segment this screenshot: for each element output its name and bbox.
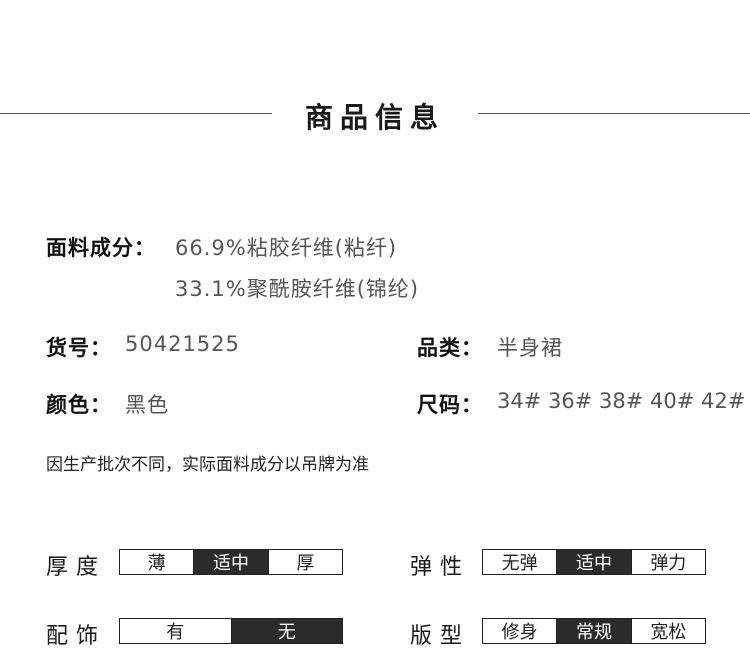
fit-option: 常规 <box>556 619 631 643</box>
accessory-scale: 有无 <box>119 618 343 644</box>
accessory-option: 无 <box>230 619 342 643</box>
fit-label: 版型 <box>410 624 471 649</box>
fit-option: 宽松 <box>630 619 705 643</box>
size-label: 尺码： <box>417 393 483 417</box>
color-label: 颜色： <box>46 393 112 417</box>
color-value: 黑色 <box>125 393 169 417</box>
elasticity-label: 弹性 <box>410 555 471 580</box>
material-line-2: 33.1%聚酰胺纤维(锦纶) <box>175 277 420 301</box>
accessory-label: 配饰 <box>46 624 107 649</box>
page-title: 商品信息 <box>304 101 445 134</box>
fit-option: 修身 <box>483 619 557 643</box>
thickness-label: 厚度 <box>46 555 107 580</box>
composition-note: 因生产批次不同，实际面料成分以吊牌为准 <box>46 455 369 475</box>
accessory-option: 有 <box>120 619 231 643</box>
thickness-option: 薄 <box>120 550 194 574</box>
thickness-option: 厚 <box>267 550 342 574</box>
material-line-1: 66.9%粘胶纤维(粘纤) <box>175 236 398 260</box>
category-value: 半身裙 <box>497 336 563 360</box>
item-no-value: 50421525 <box>125 332 240 356</box>
elasticity-option: 弹力 <box>630 550 705 574</box>
thickness-scale: 薄适中厚 <box>119 549 343 575</box>
item-no-label: 货号： <box>46 336 112 360</box>
elasticity-option: 适中 <box>556 550 631 574</box>
elasticity-scale: 无弹 适中 弹力 <box>482 549 706 575</box>
material-label: 面料成分： <box>46 236 156 260</box>
elasticity-option: 无弹 <box>483 550 557 574</box>
category-label: 品类： <box>417 336 483 360</box>
thickness-option: 适中 <box>193 550 268 574</box>
fit-scale: 修身 常规 宽松 <box>482 618 706 644</box>
size-value: 34# 36# 38# 40# 42# <box>497 389 746 413</box>
